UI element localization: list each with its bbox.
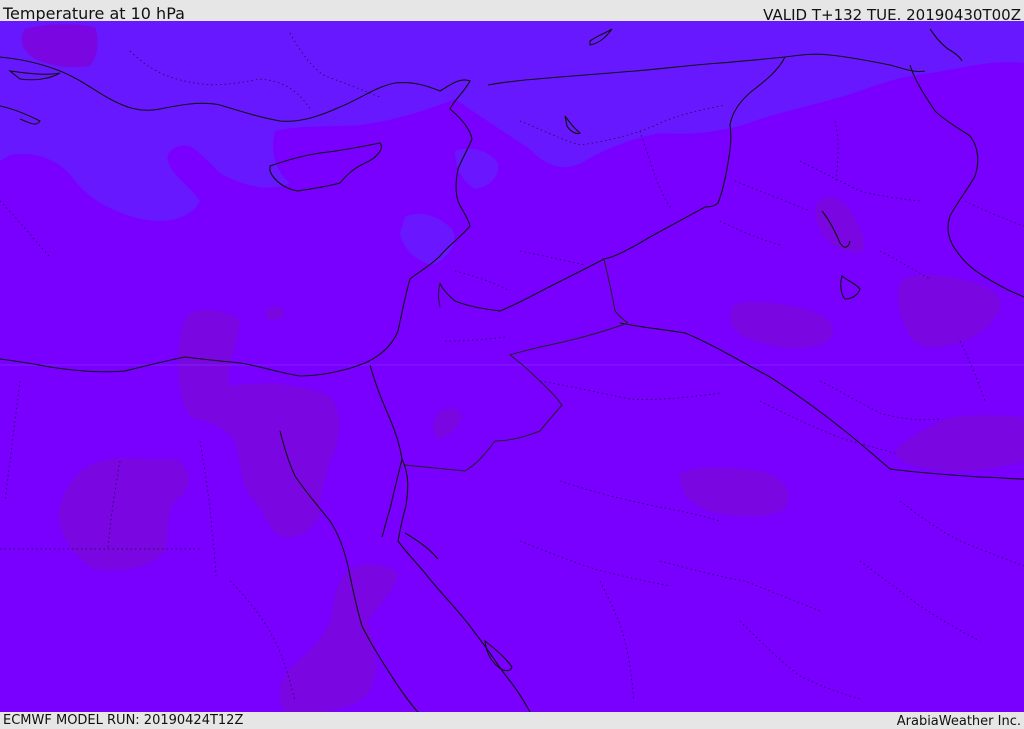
model-run-label: ECMWF MODEL RUN: 20190424T12Z [3, 713, 244, 728]
temperature-map [0, 21, 1024, 712]
header-bar: Temperature at 10 hPa VALID T+132 TUE. 2… [0, 0, 1024, 24]
map-canvas [0, 21, 1024, 712]
credit-label: ArabiaWeather Inc. [896, 714, 1021, 729]
map-page: Temperature at 10 hPa VALID T+132 TUE. 2… [0, 0, 1024, 729]
footer-bar: ECMWF MODEL RUN: 20190424T12Z ArabiaWeat… [0, 712, 1024, 729]
